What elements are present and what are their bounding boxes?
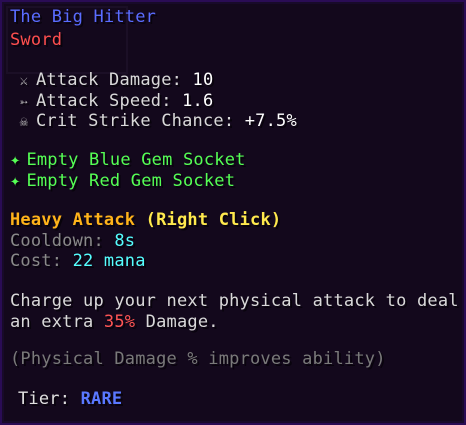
ability-trigger: (Right Click) bbox=[145, 210, 282, 230]
stat-value: +7.5% bbox=[244, 111, 297, 131]
cost-label: Cost: bbox=[10, 251, 73, 271]
cost-value: 22 mana bbox=[72, 251, 146, 271]
gem-socket-red: ✦ Empty Red Gem Socket bbox=[10, 171, 235, 191]
socket-label: Empty Blue Gem Socket bbox=[26, 150, 246, 170]
desc-text: Damage. bbox=[135, 312, 219, 332]
item-type: Sword bbox=[10, 30, 63, 50]
socket-label: Empty Red Gem Socket bbox=[26, 171, 236, 191]
stat-value: 1.6 bbox=[182, 91, 214, 111]
tier-value: RARE bbox=[80, 389, 123, 409]
ability-description-line-1: Charge up your next physical attack to d… bbox=[10, 291, 459, 311]
desc-text: an extra bbox=[10, 312, 104, 332]
cooldown-label: Cooldown: bbox=[10, 231, 115, 251]
damage-percent: 35% bbox=[103, 312, 136, 332]
ability-cost: Cost: 22 mana bbox=[10, 251, 146, 271]
item-tier: Tier: RARE bbox=[18, 389, 122, 409]
stat-label: Attack Speed: bbox=[36, 91, 183, 111]
attack-speed-icon: ➳ bbox=[19, 94, 29, 110]
ability-cooldown: Cooldown: 8s bbox=[10, 231, 135, 251]
stat-attack-speed: ➳ Attack Speed: 1.6 bbox=[16, 91, 214, 112]
stat-value: 10 bbox=[192, 70, 214, 90]
item-tooltip: The Big Hitter Sword ⚔ Attack Damage: 10 … bbox=[0, 0, 466, 425]
ability-description-line-2: an extra 35% Damage. bbox=[10, 312, 219, 332]
stat-crit-chance: ☠ Crit Strike Chance: +7.5% bbox=[16, 111, 297, 132]
socket-bullet-icon: ✦ bbox=[10, 171, 21, 191]
item-name: The Big Hitter bbox=[10, 7, 157, 27]
swords-icon: ⚔ bbox=[19, 73, 29, 89]
ability-title: Heavy Attack (Right Click) bbox=[10, 210, 281, 230]
gem-socket-blue: ✦ Empty Blue Gem Socket bbox=[10, 150, 246, 170]
skull-icon: ☠ bbox=[19, 114, 29, 130]
ability-name: Heavy Attack bbox=[10, 210, 136, 230]
stat-attack-damage: ⚔ Attack Damage: 10 bbox=[16, 70, 214, 91]
stat-label: Crit Strike Chance: bbox=[36, 111, 245, 131]
cooldown-value: 8s bbox=[114, 231, 136, 251]
ability-scaling-note: (Physical Damage % improves ability) bbox=[10, 349, 386, 369]
tier-label: Tier: bbox=[18, 389, 81, 409]
stat-label: Attack Damage: bbox=[36, 70, 193, 90]
socket-bullet-icon: ✦ bbox=[10, 150, 21, 170]
